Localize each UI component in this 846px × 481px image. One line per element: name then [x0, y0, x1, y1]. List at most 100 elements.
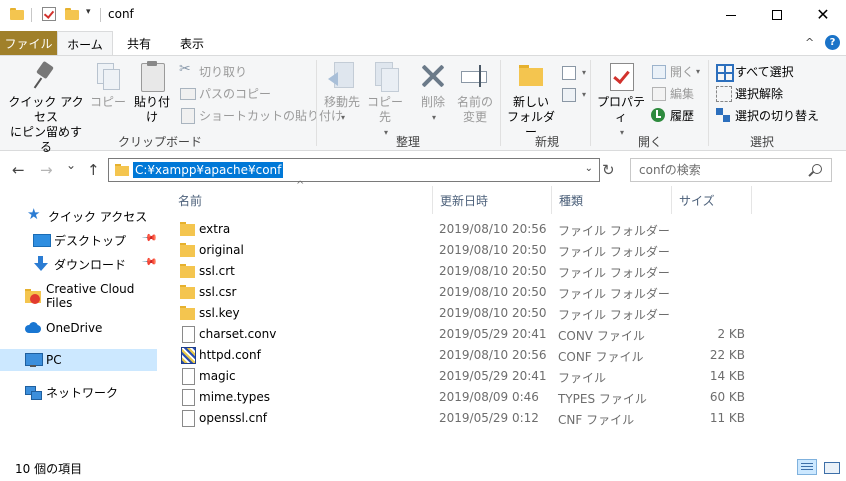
conf-file-icon [180, 347, 196, 364]
file-size: 11 KB [709, 411, 745, 425]
scissors-icon [179, 61, 195, 79]
rename-label-line1: 名前の [456, 95, 493, 109]
table-row[interactable]: ssl.csr 2019/08/10 20:50 ファイル フォルダー [170, 282, 750, 303]
edit-icon [650, 85, 666, 101]
column-header-name[interactable]: 名前 [170, 186, 432, 214]
details-view-icon[interactable] [797, 459, 817, 475]
forward-arrow-icon[interactable]: → [40, 161, 53, 179]
paste-button[interactable]: 貼り付け [129, 60, 175, 125]
search-input[interactable] [639, 162, 804, 178]
close-icon: ✕ [816, 5, 830, 24]
file-name: ssl.key [199, 306, 240, 320]
tab-share[interactable]: 共有 [115, 31, 163, 55]
tab-view[interactable]: 表示 [168, 31, 216, 55]
move-to-button[interactable]: 移動先 ▾ [320, 60, 364, 125]
open-button[interactable]: 開く ▾ [650, 61, 700, 81]
table-row[interactable]: httpd.conf 2019/08/10 20:56 CONF ファイル 22… [170, 345, 750, 366]
new-item-button[interactable]: ▾ [560, 62, 586, 82]
new-folder-label-line1: 新しい [512, 95, 549, 109]
cut-button[interactable]: 切り取り [179, 61, 247, 81]
edit-button[interactable]: 編集 [650, 83, 694, 103]
back-arrow-icon[interactable]: ← [12, 161, 25, 179]
search-icon[interactable] [812, 164, 822, 174]
address-bar[interactable]: C:¥xampp¥apache¥conf ⌄ [108, 158, 600, 182]
table-row[interactable]: mime.types 2019/08/09 0:46 TYPES ファイル 60… [170, 387, 750, 408]
column-header-type[interactable]: 種類 [551, 186, 671, 214]
new-folder-icon [515, 60, 547, 92]
copy-button[interactable]: コピー [88, 60, 128, 110]
nav-item-onedrive[interactable]: OneDrive [0, 317, 157, 339]
customize-toolbar-chevron-icon[interactable]: ▾ [86, 7, 91, 17]
table-row[interactable]: ssl.key 2019/08/10 20:50 ファイル フォルダー [170, 303, 750, 324]
close-button[interactable]: ✕ [800, 0, 846, 30]
refresh-icon[interactable]: ↻ [602, 161, 615, 179]
nav-item-label: PC [46, 353, 62, 367]
help-icon[interactable]: ? [825, 35, 840, 50]
pin-label-line1: クイック アクセス [8, 95, 84, 124]
nav-item-quick-access[interactable]: クイック アクセス [0, 205, 157, 227]
ribbon-home: クイック アクセス にピン留めする コピー 貼り付け 切り取り パスのコピー シ… [0, 55, 846, 154]
computer-icon [25, 352, 43, 368]
file-name: mime.types [199, 390, 270, 404]
maximize-icon [772, 10, 782, 20]
new-folder-quick-icon[interactable] [65, 8, 79, 20]
nav-item-label: ネットワーク [46, 385, 119, 400]
table-row[interactable]: original 2019/08/10 20:50 ファイル フォルダー [170, 240, 750, 261]
table-row[interactable]: charset.conv 2019/05/29 20:41 CONV ファイル … [170, 324, 750, 345]
recent-locations-chevron-icon[interactable]: ⌄ [66, 158, 76, 172]
invert-selection-button[interactable]: 選択の切り替え [715, 105, 819, 125]
ribbon-tabs: ファイル ホーム 共有 表示 ^ ? [0, 31, 846, 56]
nav-item-downloads[interactable]: ダウンロード 📌 [0, 253, 158, 275]
properties-button[interactable]: プロパティ ▾ [594, 60, 648, 140]
maximize-button[interactable] [754, 0, 800, 30]
column-divider[interactable] [751, 186, 752, 214]
nav-item-creative-cloud[interactable]: Creative Cloud Files [0, 282, 157, 310]
tab-home[interactable]: ホーム [57, 31, 113, 56]
folder-icon [180, 243, 195, 257]
properties-quick-icon[interactable] [42, 7, 56, 21]
history-button[interactable]: 履歴 [650, 105, 694, 125]
large-icons-view-icon[interactable] [821, 459, 841, 475]
collapse-ribbon-chevron-icon[interactable]: ^ [805, 36, 814, 49]
column-header-date[interactable]: 更新日時 [432, 186, 551, 214]
copy-to-button[interactable]: コピー先 ▾ [362, 60, 408, 140]
folder-icon [10, 8, 24, 20]
pin-to-quick-access-button[interactable]: クイック アクセス にピン留めする [6, 60, 86, 155]
chevron-down-icon: ▾ [431, 113, 436, 122]
nav-item-pc[interactable]: PC [0, 349, 157, 371]
address-path[interactable]: C:¥xampp¥apache¥conf [133, 162, 284, 178]
select-all-button[interactable]: すべて選択 [715, 61, 794, 82]
column-header-size[interactable]: サイズ [671, 186, 751, 214]
new-folder-button[interactable]: 新しい フォルダー [504, 60, 558, 140]
address-history-chevron-icon[interactable]: ⌄ [585, 163, 593, 174]
file-size: 22 KB [709, 348, 745, 362]
file-name: ssl.crt [199, 264, 235, 278]
up-arrow-icon[interactable]: ↑ [87, 161, 100, 179]
delete-button[interactable]: 削除 ▾ [414, 60, 452, 125]
group-separator [316, 60, 317, 146]
rename-button[interactable]: 名前の 変更 [456, 60, 494, 125]
paste-shortcut-button[interactable]: ショートカットの貼り付け [179, 105, 343, 125]
file-size: 2 KB [717, 327, 745, 341]
easy-access-button[interactable]: ▾ [560, 84, 586, 104]
table-row[interactable]: ssl.crt 2019/08/10 20:50 ファイル フォルダー [170, 261, 750, 282]
table-row[interactable]: extra 2019/08/10 20:56 ファイル フォルダー [170, 219, 750, 240]
nav-item-desktop[interactable]: デスクトップ 📌 [0, 229, 158, 251]
pin-label-line2: にピン留めする [9, 125, 82, 154]
properties-label: プロパティ [596, 95, 645, 124]
minimize-button[interactable] [708, 0, 754, 30]
copy-path-button[interactable]: パスのコピー [179, 83, 271, 103]
select-none-button[interactable]: 選択解除 [715, 83, 783, 103]
nav-item-network[interactable]: ネットワーク [0, 381, 157, 403]
clipboard-icon [136, 60, 168, 92]
file-type: ファイル フォルダー [558, 308, 670, 322]
search-box[interactable] [630, 158, 832, 182]
table-row[interactable]: magic 2019/05/29 20:41 ファイル 14 KB [170, 366, 750, 387]
group-separator [590, 60, 591, 146]
shortcut-icon [179, 107, 195, 124]
select-all-label: すべて選択 [735, 64, 794, 79]
invert-selection-label: 選択の切り替え [735, 108, 820, 123]
folder-icon [180, 306, 195, 320]
tab-file[interactable]: ファイル [0, 31, 57, 55]
table-row[interactable]: openssl.cnf 2019/05/29 0:12 CNF ファイル 11 … [170, 408, 750, 429]
